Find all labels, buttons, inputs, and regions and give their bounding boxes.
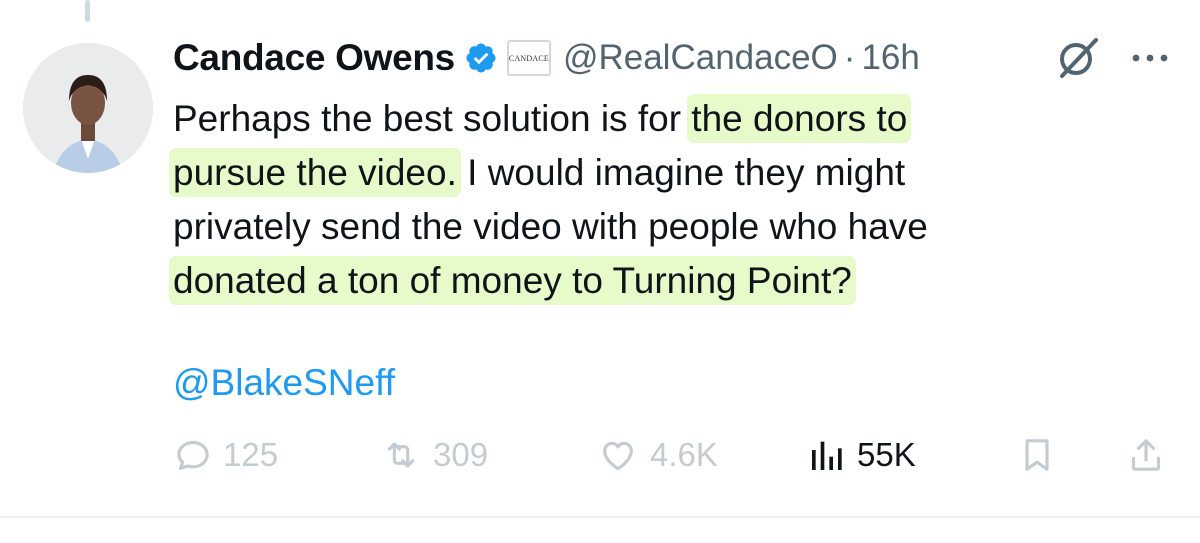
bookmark-icon <box>1025 439 1049 471</box>
tweet-timestamp[interactable]: 16h <box>861 38 919 78</box>
like-button[interactable]: 4.6K <box>596 430 718 480</box>
tweet-text: Perhaps the best solution is for the don… <box>173 92 1113 308</box>
tweet-text-segment: Perhaps the best solution is for <box>173 98 692 139</box>
reply-button[interactable]: 125 <box>173 430 278 480</box>
author-handle[interactable]: @RealCandaceO <box>563 38 838 78</box>
tweet-header: Candace Owens CANDACE @RealCandaceO · 16… <box>173 30 920 86</box>
author-display-name[interactable]: Candace Owens <box>173 37 455 79</box>
tweet-text-line: Perhaps the best solution is for the don… <box>173 92 1113 146</box>
share-button[interactable] <box>1126 430 1166 480</box>
bookmark-button[interactable] <box>1017 430 1057 480</box>
reply-icon <box>177 440 209 470</box>
thread-connector-line <box>85 0 90 22</box>
tweet-text-segment: I would imagine they might <box>456 152 906 193</box>
tweet-text-line: privately send the video with people who… <box>173 200 1113 254</box>
heart-icon <box>603 441 633 471</box>
tweet-divider <box>0 516 1200 518</box>
tweet-text-line: pursue the video. I would imagine they m… <box>173 146 1113 200</box>
repost-count: 309 <box>433 436 489 473</box>
avatar-portrait-image <box>23 43 153 173</box>
affiliate-badge-label: CANDACE <box>508 53 549 63</box>
highlighted-text: donated a ton of money to Turning Point? <box>173 260 852 301</box>
avatar[interactable] <box>23 43 153 173</box>
like-count: 4.6K <box>650 436 718 473</box>
affiliate-badge[interactable]: CANDACE <box>506 40 551 76</box>
more-options-icon[interactable] <box>1128 46 1172 70</box>
header-separator: · <box>843 38 856 77</box>
grok-icon[interactable] <box>1054 34 1102 82</box>
repost-icon <box>387 442 415 468</box>
highlighted-text: pursue the video. <box>173 152 457 193</box>
tweet-text-segment: privately send the video with people who… <box>173 206 928 247</box>
highlighted-text: the donors to <box>691 98 908 139</box>
reply-count: 125 <box>223 436 279 473</box>
verified-badge-icon[interactable] <box>464 41 498 75</box>
views-button[interactable]: 55K <box>807 430 916 480</box>
repost-button[interactable]: 309 <box>379 430 488 480</box>
mention-link[interactable]: @BlakeSNeff <box>173 361 395 405</box>
share-icon <box>1131 439 1161 471</box>
tweet-text-line: donated a ton of money to Turning Point? <box>173 254 1113 308</box>
view-count: 55K <box>857 436 916 473</box>
tweet-action-bar: 125 309 4.6K 55K <box>173 430 1173 480</box>
views-chart-icon <box>812 441 842 470</box>
